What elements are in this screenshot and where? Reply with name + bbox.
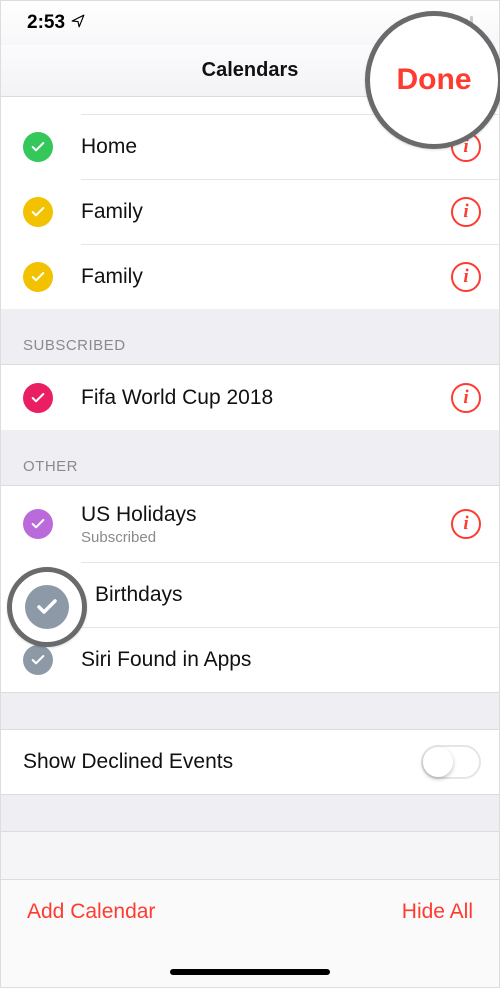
calendar-toggle-check[interactable]: [23, 383, 53, 413]
calendar-list-subscribed: Fifa World Cup 2018 i: [1, 365, 499, 430]
page-title: Calendars: [202, 59, 299, 82]
calendar-toggle-check[interactable]: [23, 645, 53, 675]
hide-all-button[interactable]: Hide All: [402, 900, 473, 924]
show-declined-label: Show Declined Events: [23, 750, 233, 774]
info-icon[interactable]: i: [451, 383, 481, 413]
calendar-toggle-check[interactable]: [23, 197, 53, 227]
info-icon[interactable]: i: [451, 509, 481, 539]
show-declined-switch[interactable]: [421, 745, 481, 779]
done-button[interactable]: Done: [397, 63, 472, 97]
calendar-toggle-check[interactable]: [23, 262, 53, 292]
status-right: [455, 16, 473, 31]
add-calendar-button[interactable]: Add Calendar: [27, 900, 155, 924]
info-icon[interactable]: i: [451, 132, 481, 162]
calendar-label: Family: [81, 265, 451, 289]
calendar-label: Fifa World Cup 2018: [81, 386, 451, 410]
calendar-sublabel: Subscribed: [81, 529, 451, 546]
location-services-icon: [71, 12, 85, 34]
calendar-row-us-holidays[interactable]: US Holidays Subscribed i: [1, 486, 499, 562]
calendar-list-icloud: Calendar i Home i Family i Family i: [1, 97, 499, 309]
separator: [1, 692, 499, 730]
show-declined-row[interactable]: Show Declined Events: [1, 730, 499, 794]
section-header-other: OTHER: [1, 430, 499, 486]
calendar-row-birthdays[interactable]: Birthdays: [1, 562, 499, 627]
calendar-toggle-check[interactable]: [23, 509, 53, 539]
content-scroll[interactable]: Calendar i Home i Family i Family i: [1, 97, 499, 879]
calendar-label: Siri Found in Apps: [81, 648, 481, 672]
calendar-toggle-check[interactable]: [25, 585, 69, 629]
calendar-label: US Holidays: [81, 503, 451, 527]
bottom-toolbar: Add Calendar Hide All: [1, 879, 499, 987]
calendar-list-other: US Holidays Subscribed i Birthdays Siri …: [1, 486, 499, 692]
calendar-toggle-check[interactable]: [23, 132, 53, 162]
info-icon[interactable]: i: [451, 197, 481, 227]
section-header-subscribed: SUBSCRIBED: [1, 309, 499, 365]
home-indicator[interactable]: [170, 969, 330, 975]
calendar-row-fifa[interactable]: Fifa World Cup 2018 i: [1, 365, 499, 430]
separator: [1, 794, 499, 832]
calendar-row-family-2[interactable]: Family i: [1, 244, 499, 309]
calendar-row-home[interactable]: Home i: [1, 114, 499, 179]
info-icon[interactable]: i: [451, 262, 481, 292]
calendar-label: Home: [81, 135, 451, 159]
calendar-row-siri[interactable]: Siri Found in Apps: [1, 627, 499, 692]
calendar-row[interactable]: Calendar i: [1, 97, 499, 114]
calendar-label: Birthdays: [95, 583, 481, 607]
status-time: 2:53: [27, 12, 65, 34]
calendar-label: Family: [81, 200, 451, 224]
calendar-row-family-1[interactable]: Family i: [1, 179, 499, 244]
cellular-signal-icon: [455, 16, 473, 31]
status-bar: 2:53: [1, 1, 499, 45]
